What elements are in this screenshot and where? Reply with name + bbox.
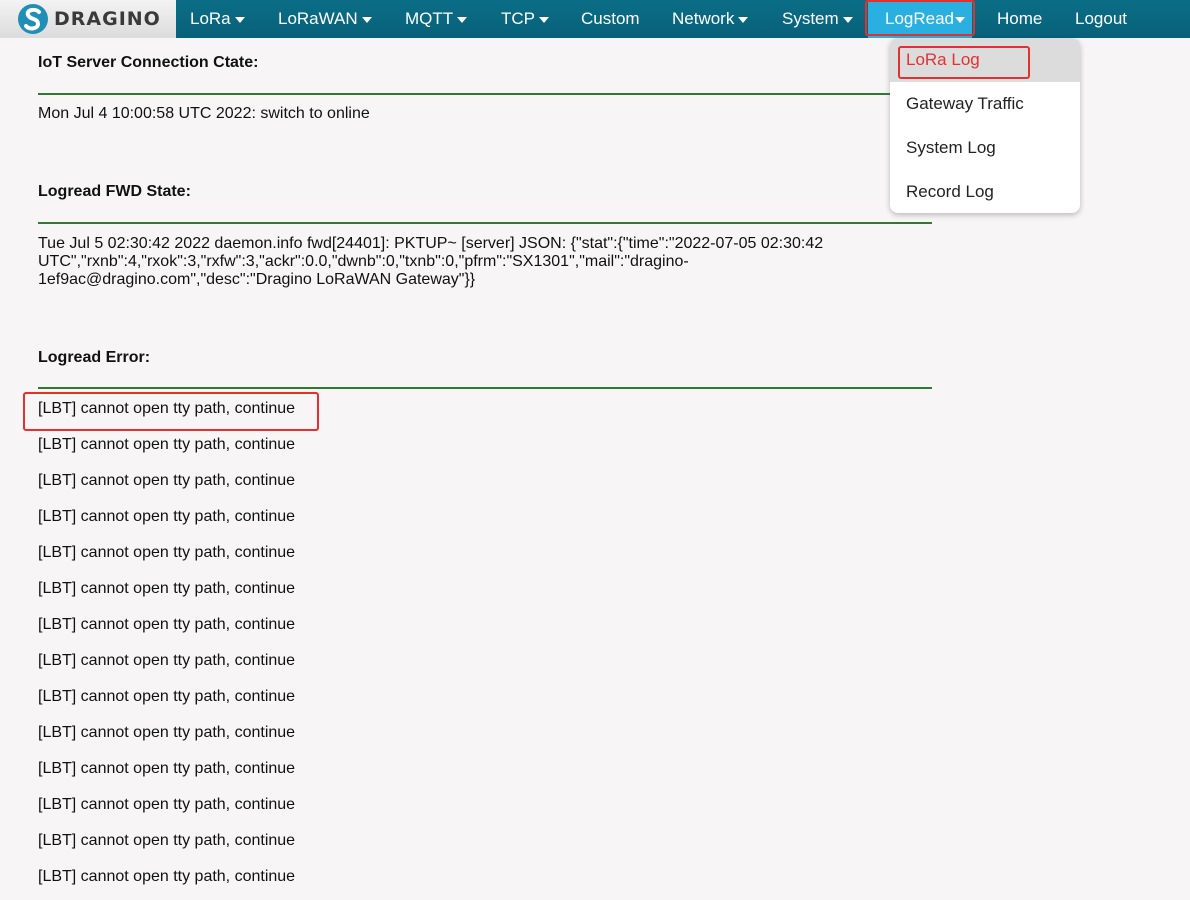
fwd-state-line: 1ef9ac@dragino.com","desc":"Dragino LoRa… [38, 271, 476, 288]
error-log-line: [LBT] cannot open tty path, continue [38, 760, 296, 777]
nav-lorawan-label: LoRaWAN [278, 9, 358, 28]
nav-home-label: Home [997, 9, 1043, 28]
menu-item-gateway-traffic[interactable]: Gateway Traffic [890, 82, 1080, 126]
section-divider [38, 93, 890, 95]
error-log-line: [LBT] cannot open tty path, continue [38, 652, 296, 669]
error-log-line: [LBT] cannot open tty path, continue [38, 580, 296, 597]
section-divider [38, 222, 932, 224]
logread-dropdown-menu: LoRa Log Gateway Traffic System Log Reco… [890, 38, 1080, 213]
caret-down-icon [539, 16, 549, 23]
error-log-line: [LBT] cannot open tty path, continue [38, 472, 296, 489]
menu-item-record-log[interactable]: Record Log [890, 170, 1080, 214]
error-log-line: [LBT] cannot open tty path, continue [38, 724, 296, 741]
nav-mqtt[interactable]: MQTT [405, 0, 468, 38]
caret-down-icon [361, 16, 372, 23]
fwd-state-log: Tue Jul 5 02:30:42 2022 daemon.info fwd[… [38, 235, 858, 289]
iot-server-status-text: Mon Jul 4 10:00:58 UTC 2022: switch to o… [38, 105, 370, 122]
nav-logread[interactable]: LogRead [868, 0, 972, 38]
logread-error-title: Logread Error: [38, 349, 151, 366]
error-log-line: [LBT] cannot open tty path, continue [38, 616, 296, 633]
error-log-line: [LBT] cannot open tty path, continue [38, 796, 296, 813]
fwd-state-title: Logread FWD State: [38, 183, 191, 200]
nav-lora[interactable]: LoRa [190, 0, 245, 38]
nav-mqtt-label: MQTT [405, 9, 454, 28]
caret-down-icon [842, 16, 853, 23]
fwd-state-line: UTC","rxnb":4,"rxok":3,"rxfw":3,"ackr":0… [38, 253, 689, 270]
brand-logo[interactable]: DRAGINO [0, 0, 176, 38]
caret-down-icon [738, 16, 749, 23]
menu-item-lora-log[interactable]: LoRa Log [890, 38, 1080, 82]
nav-system-label: System [782, 9, 839, 28]
nav-logout[interactable]: Logout [1075, 0, 1127, 38]
brand-name: DRAGINO [54, 8, 161, 30]
fwd-state-line: Tue Jul 5 02:30:42 2022 daemon.info fwd[… [38, 235, 824, 252]
nav-network[interactable]: Network [672, 0, 749, 38]
nav-logread-label: LogRead [885, 9, 955, 28]
error-log-line: [LBT] cannot open tty path, continue [38, 508, 296, 525]
nav-logout-label: Logout [1075, 9, 1127, 28]
nav-custom-label: Custom [581, 9, 640, 28]
nav-tcp-label: TCP [501, 9, 535, 28]
nav-network-label: Network [672, 9, 735, 28]
nav-custom[interactable]: Custom [581, 0, 640, 38]
nav-lorawan[interactable]: LoRaWAN [278, 0, 372, 38]
nav-lora-label: LoRa [190, 9, 231, 28]
caret-down-icon [234, 16, 245, 23]
caret-down-icon [955, 16, 966, 23]
error-log-line: [LBT] cannot open tty path, continue [38, 400, 296, 417]
error-log-line: [LBT] cannot open tty path, continue [38, 688, 296, 705]
nav-tcp[interactable]: TCP [501, 0, 549, 38]
iot-server-title: IoT Server Connection Ctate: [38, 54, 259, 71]
nav-system[interactable]: System [782, 0, 853, 38]
error-log-line: [LBT] cannot open tty path, continue [38, 436, 296, 453]
error-log-line: [LBT] cannot open tty path, continue [38, 832, 296, 849]
nav-home[interactable]: Home [997, 0, 1042, 38]
error-log-line: [LBT] cannot open tty path, continue [38, 544, 296, 561]
section-divider [38, 387, 932, 389]
error-log-line: [LBT] cannot open tty path, continue [38, 868, 296, 885]
menu-item-system-log[interactable]: System Log [890, 126, 1080, 170]
caret-down-icon [457, 16, 468, 23]
dragino-logo-icon [18, 4, 48, 34]
